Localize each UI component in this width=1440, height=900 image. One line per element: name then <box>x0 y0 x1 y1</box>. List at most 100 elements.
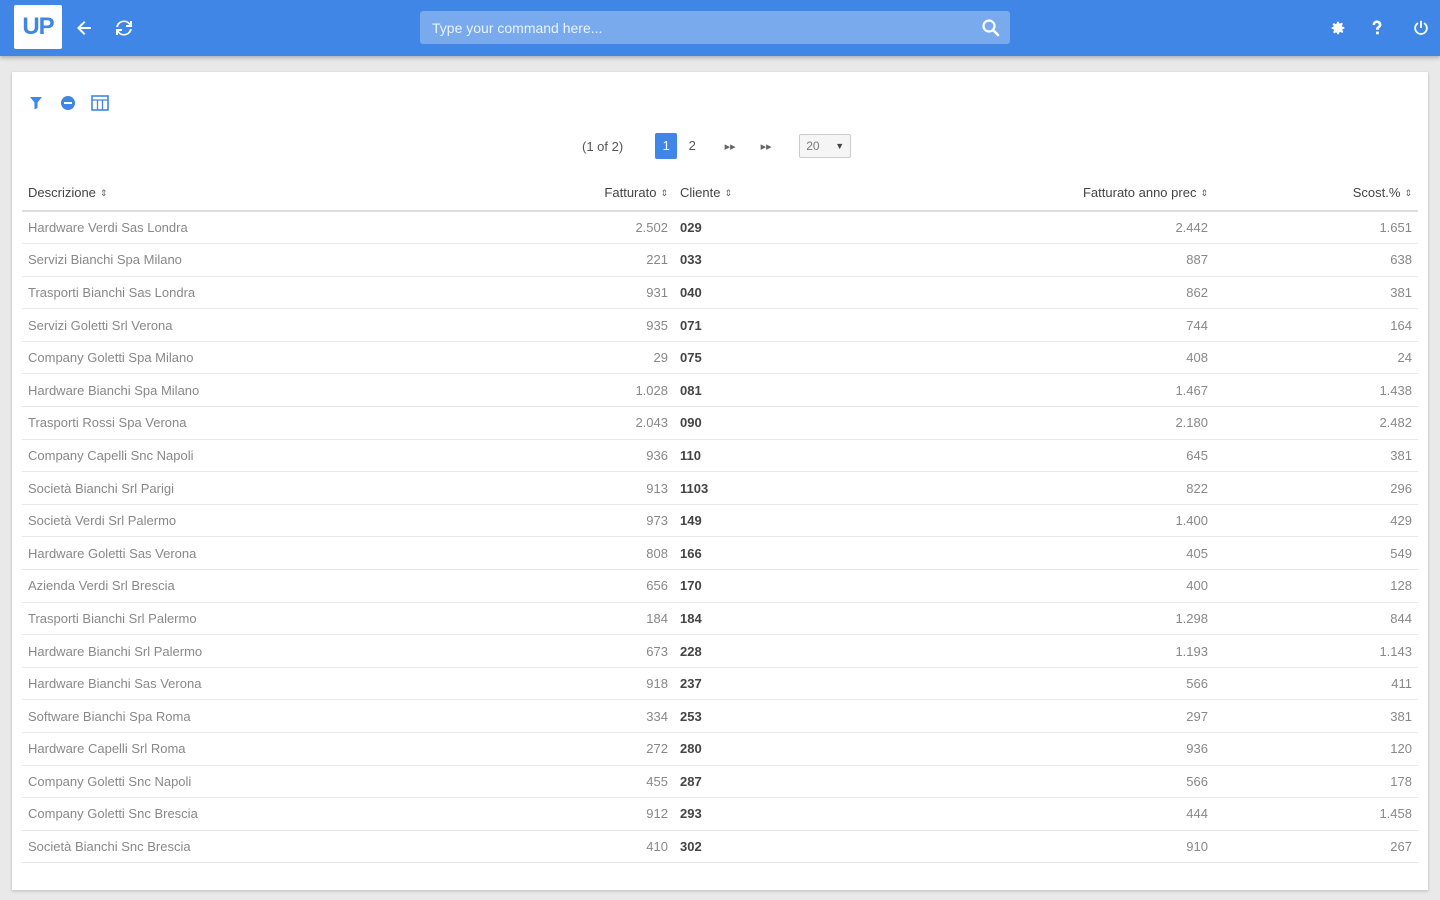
cell-fatturato-anno-prec: 2.442 <box>994 211 1214 245</box>
cell-descrizione: Servizi Goletti Srl Verona <box>22 308 582 342</box>
cell-descrizione: Società Bianchi Snc Brescia <box>22 830 582 864</box>
page-2-button[interactable]: 2 <box>681 133 703 159</box>
cell-fatturato-anno-prec: 936 <box>994 732 1214 766</box>
column-header-fatturato-anno-prec[interactable]: Fatturato anno prec ⇕ <box>994 175 1214 212</box>
next-page-button[interactable]: ▸▸ <box>717 140 743 153</box>
table-row[interactable]: Hardware Capelli Srl Roma 272 280 936 120 <box>22 732 1418 766</box>
cell-descrizione: Hardware Verdi Sas Londra <box>22 211 582 245</box>
command-input[interactable] <box>420 11 970 44</box>
settings-button[interactable] <box>1322 12 1354 44</box>
help-button[interactable] <box>1361 12 1393 44</box>
table-row[interactable]: Hardware Bianchi Srl Palermo 673 228 1.193 1… <box>22 634 1418 668</box>
table-row[interactable]: Hardware Bianchi Sas Verona 918 237 566 411 <box>22 667 1418 701</box>
table-row[interactable]: Servizi Goletti Srl Verona 935 071 744 164 <box>22 308 1418 342</box>
cell-descrizione: Hardware Capelli Srl Roma <box>22 732 582 766</box>
table-row[interactable]: Trasporti Bianchi Srl Palermo 184 184 1.298… <box>22 602 1418 636</box>
table-row[interactable]: Company Goletti Spa Milano 29 075 408 24 <box>22 341 1418 375</box>
page-info: (1 of 2) <box>582 138 624 154</box>
paginator: (1 of 2) 1 2 ▸▸ ▸▸ 20 ▼ <box>582 132 852 160</box>
last-page-button[interactable]: ▸▸ <box>753 140 779 153</box>
cell-fatturato-anno-prec: 566 <box>994 667 1214 701</box>
cell-fatturato-anno-prec: 822 <box>994 471 1214 505</box>
cell-fatturato-anno-prec: 744 <box>994 308 1214 342</box>
column-header-descrizione[interactable]: Descrizione ⇕ <box>22 175 582 212</box>
cell-fatturato: 272 <box>582 732 674 766</box>
remove-filter-button[interactable] <box>58 93 78 113</box>
cell-fatturato-anno-prec: 1.193 <box>994 634 1214 668</box>
cell-fatturato: 410 <box>582 830 674 864</box>
table-row[interactable]: Hardware Goletti Sas Verona 808 166 405 549 <box>22 536 1418 571</box>
cell-cliente: 033 <box>674 243 994 277</box>
cell-scost: 120 <box>1214 732 1418 766</box>
table-row[interactable]: Servizi Bianchi Spa Milano 221 033 887 638 <box>22 243 1418 277</box>
table-body: Hardware Verdi Sas Londra 2.502 029 2.442 1.… <box>22 211 1418 864</box>
columns-button[interactable] <box>90 93 110 113</box>
cell-cliente: 029 <box>674 211 994 245</box>
cell-descrizione: Company Goletti Spa Milano <box>22 341 582 375</box>
minus-circle-icon <box>61 96 75 110</box>
table-row[interactable]: Trasporti Bianchi Sas Londra 931 040 862 381 <box>22 276 1418 310</box>
cell-cliente: 075 <box>674 341 994 375</box>
table-row[interactable]: Company Goletti Snc Brescia 912 293 444 1.45… <box>22 797 1418 831</box>
cell-fatturato-anno-prec: 400 <box>994 569 1214 603</box>
cell-scost: 1.651 <box>1214 211 1418 245</box>
cell-scost: 267 <box>1214 830 1418 864</box>
column-header-fatturato[interactable]: Fatturato ⇕ <box>582 175 674 212</box>
cell-descrizione: Servizi Bianchi Spa Milano <box>22 243 582 277</box>
cell-fatturato: 673 <box>582 634 674 668</box>
table-row[interactable]: Hardware Verdi Sas Londra 2.502 029 2.442 1.… <box>22 211 1418 245</box>
cell-descrizione: Azienda Verdi Srl Brescia <box>22 569 582 603</box>
cell-descrizione: Hardware Bianchi Sas Verona <box>22 667 582 701</box>
cell-descrizione: Company Goletti Snc Napoli <box>22 765 582 799</box>
sort-icon: ⇕ <box>1200 188 1208 199</box>
filter-icon <box>30 97 42 110</box>
cell-fatturato: 973 <box>582 504 674 538</box>
cell-cliente: 253 <box>674 699 994 733</box>
logout-button[interactable] <box>1405 12 1437 44</box>
cell-cliente: 280 <box>674 732 994 766</box>
table-row[interactable]: Company Capelli Snc Napoli 936 110 645 381 <box>22 439 1418 473</box>
table-row[interactable]: Company Goletti Snc Napoli 455 287 566 178 <box>22 765 1418 799</box>
cell-cliente: 166 <box>674 536 994 571</box>
table-row[interactable]: Trasporti Rossi Spa Verona 2.043 090 2.180 2… <box>22 406 1418 440</box>
sort-icon: ⇕ <box>660 188 668 199</box>
cell-cliente: 110 <box>674 439 994 473</box>
cell-scost: 638 <box>1214 243 1418 277</box>
table-row[interactable]: Società Bianchi Srl Parigi 913 1103 822 296 <box>22 471 1418 505</box>
cell-scost: 429 <box>1214 504 1418 538</box>
cell-scost: 178 <box>1214 765 1418 799</box>
app-logo[interactable]: UP <box>14 5 62 49</box>
command-bar <box>420 11 1010 44</box>
cell-fatturato-anno-prec: 862 <box>994 276 1214 310</box>
cell-scost: 24 <box>1214 341 1418 375</box>
column-header-scost[interactable]: Scost.% ⇕ <box>1214 175 1418 212</box>
cell-scost: 1.143 <box>1214 634 1418 668</box>
page-1-button[interactable]: 1 <box>655 133 678 159</box>
cell-fatturato: 935 <box>582 308 674 342</box>
cell-scost: 128 <box>1214 569 1418 603</box>
cell-cliente: 293 <box>674 797 994 831</box>
cell-fatturato: 184 <box>582 602 674 636</box>
table-row[interactable]: Software Bianchi Spa Roma 334 253 297 381 <box>22 699 1418 733</box>
cell-fatturato-anno-prec: 1.400 <box>994 504 1214 538</box>
cell-fatturato-anno-prec: 566 <box>994 765 1214 799</box>
search-button[interactable] <box>976 13 1006 43</box>
cell-scost: 381 <box>1214 699 1418 733</box>
filter-button[interactable] <box>26 93 46 113</box>
table-row[interactable]: Società Verdi Srl Palermo 973 149 1.400 429 <box>22 504 1418 538</box>
cell-fatturato-anno-prec: 910 <box>994 830 1214 864</box>
cell-fatturato-anno-prec: 444 <box>994 797 1214 831</box>
table-row[interactable]: Hardware Bianchi Spa Milano 1.028 081 1.467… <box>22 373 1418 408</box>
back-button[interactable] <box>68 12 100 44</box>
rows-per-page-select[interactable]: 20 ▼ <box>799 134 852 158</box>
cell-fatturato-anno-prec: 405 <box>994 536 1214 571</box>
refresh-button[interactable] <box>108 12 140 44</box>
table-row[interactable]: Società Bianchi Snc Brescia 410 302 910 267 <box>22 830 1418 864</box>
cell-descrizione: Società Bianchi Srl Parigi <box>22 471 582 505</box>
cell-fatturato-anno-prec: 408 <box>994 341 1214 375</box>
gear-icon <box>1331 21 1345 35</box>
cell-fatturato: 936 <box>582 439 674 473</box>
column-header-cliente[interactable]: Cliente ⇕ <box>674 175 994 212</box>
table-row[interactable]: Azienda Verdi Srl Brescia 656 170 400 128 <box>22 569 1418 603</box>
cell-cliente: 040 <box>674 276 994 310</box>
